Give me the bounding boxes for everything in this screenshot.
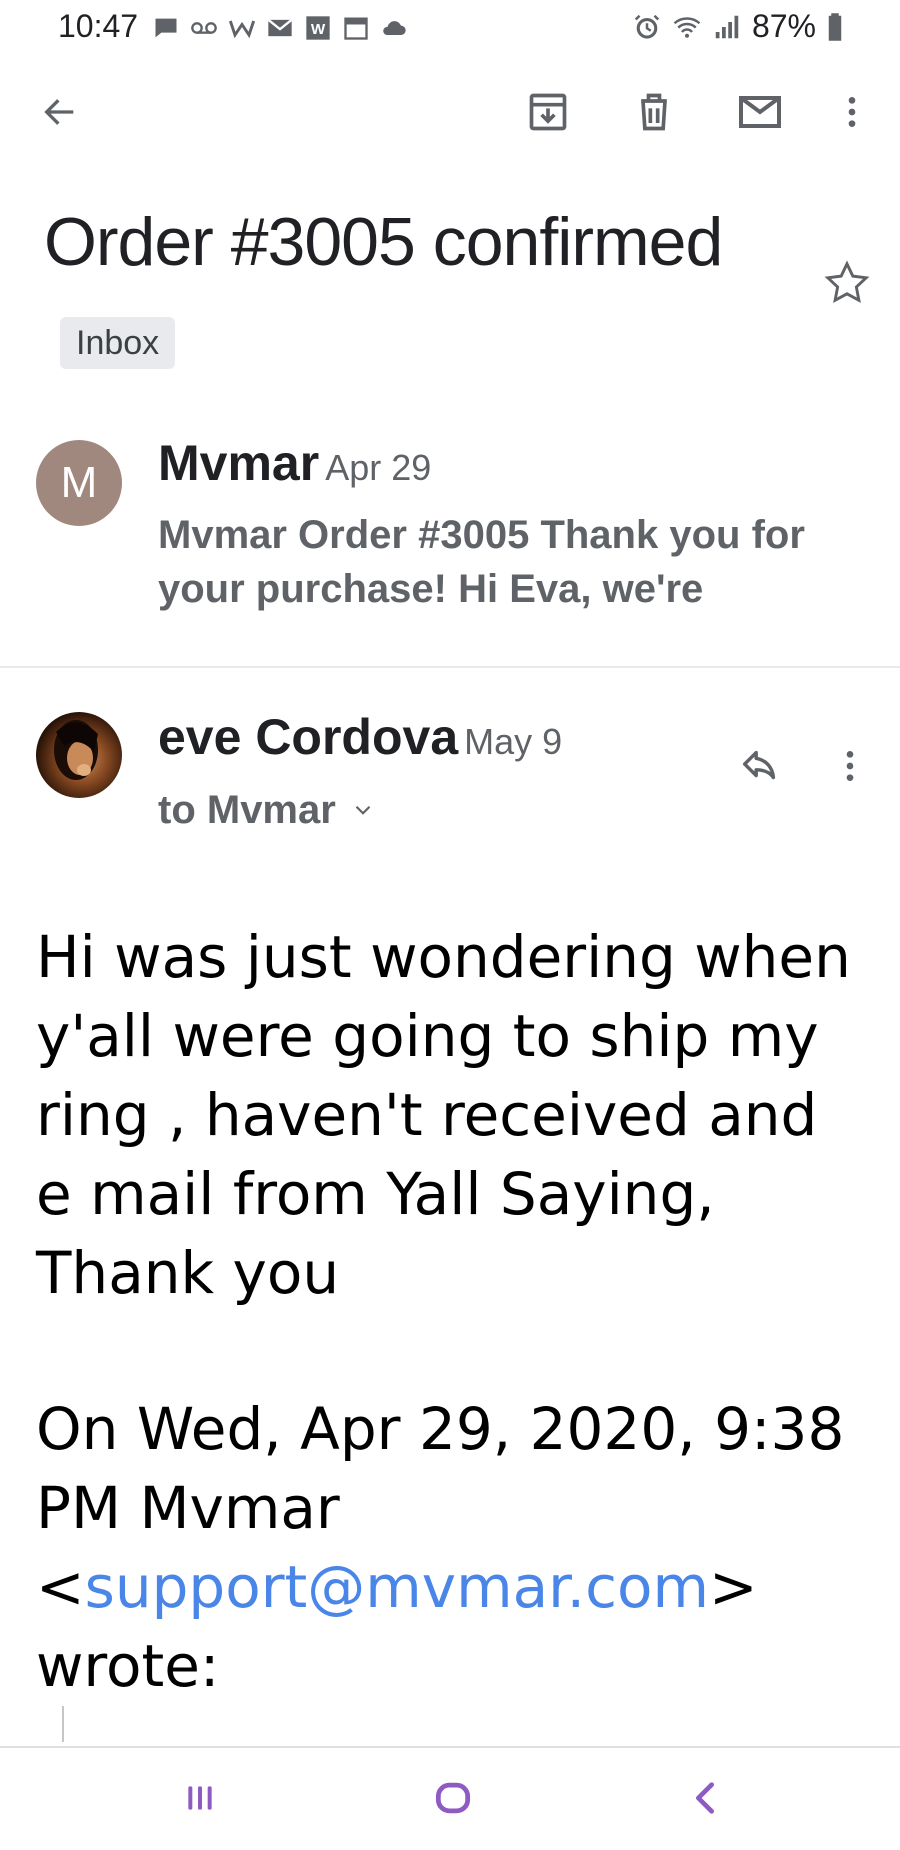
system-nav-bar <box>0 1746 900 1850</box>
mark-unread-icon <box>736 88 784 141</box>
voicemail-icon <box>190 14 218 42</box>
reply-button[interactable] <box>722 730 798 806</box>
message-expanded-header: eve Cordova May 9 to Mvmar <box>0 700 900 860</box>
avatar-photo-image <box>54 720 98 780</box>
home-icon <box>431 1776 475 1825</box>
recipients-toggle[interactable]: to Mvmar <box>158 788 376 833</box>
message-more-button[interactable] <box>812 730 888 806</box>
message-date: May 9 <box>464 721 563 762</box>
message-collapsed[interactable]: M Mvmar Apr 29 Mvmar Order #3005 Thank yo… <box>0 430 900 666</box>
archive-button[interactable] <box>510 76 586 152</box>
wifi-icon <box>672 12 702 42</box>
recent-apps-button[interactable] <box>155 1764 245 1836</box>
cloud-icon <box>380 14 408 42</box>
status-bar: 10:47 W 87% <box>0 0 900 56</box>
message-body: Hi was just wondering when y'all were go… <box>36 923 851 1307</box>
sender-label: Mvmar <box>158 435 320 491</box>
chevron-down-icon <box>350 788 376 833</box>
quote-header: On Wed, Apr 29, 2020, 9:38 PM Mvmar <sup… <box>36 1390 866 1706</box>
message-date: Apr 29 <box>325 447 432 488</box>
sender-label: eve Cordova <box>158 709 459 765</box>
sender-name: Mvmar Apr 29 <box>158 434 431 492</box>
email-link[interactable]: support@mvmar.com <box>85 1553 709 1621</box>
avatar[interactable] <box>36 712 122 798</box>
status-time: 10:47 <box>58 8 139 44</box>
back-nav-button[interactable] <box>660 1764 750 1836</box>
email-subject: Order #3005 confirmed Inbox <box>44 190 804 398</box>
quote-bar <box>62 1706 64 1742</box>
delete-icon <box>632 90 676 139</box>
inbox-label[interactable]: Inbox <box>60 317 176 370</box>
svg-text:W: W <box>311 21 326 38</box>
reply-icon <box>737 743 783 794</box>
battery-percent: 87% <box>751 8 816 44</box>
notification-icons: W <box>152 12 408 44</box>
app-w-icon <box>228 14 256 42</box>
back-arrow-icon <box>40 92 80 137</box>
message-snippet: Mvmar Order #3005 Thank you for your pur… <box>158 513 805 611</box>
alarm-icon <box>632 12 662 42</box>
more-options-button[interactable] <box>814 76 890 152</box>
archive-icon <box>526 90 570 139</box>
home-button[interactable] <box>408 1764 498 1836</box>
battery-icon <box>826 12 844 42</box>
delete-button[interactable] <box>616 76 692 152</box>
recipients-label: to Mvmar <box>158 788 336 832</box>
more-vert-icon <box>830 746 870 791</box>
calendar-icon <box>342 14 370 42</box>
star-button[interactable] <box>822 258 872 308</box>
app-toolbar <box>0 76 900 152</box>
system-status: 87% <box>632 8 844 45</box>
recent-apps-icon <box>180 1778 220 1823</box>
chat-icon <box>152 14 180 42</box>
subject-text: Order #3005 confirmed <box>44 204 723 280</box>
mark-unread-button[interactable] <box>722 76 798 152</box>
back-icon <box>685 1778 725 1823</box>
signal-icon <box>712 12 742 42</box>
avatar[interactable]: M <box>36 440 122 526</box>
message-divider <box>0 666 900 668</box>
word-icon: W <box>304 14 332 42</box>
sender-name: eve Cordova May 9 <box>158 708 562 766</box>
mail-icon <box>266 14 294 42</box>
back-button[interactable] <box>22 76 98 152</box>
more-vert-icon <box>832 92 872 137</box>
star-icon <box>822 260 872 312</box>
